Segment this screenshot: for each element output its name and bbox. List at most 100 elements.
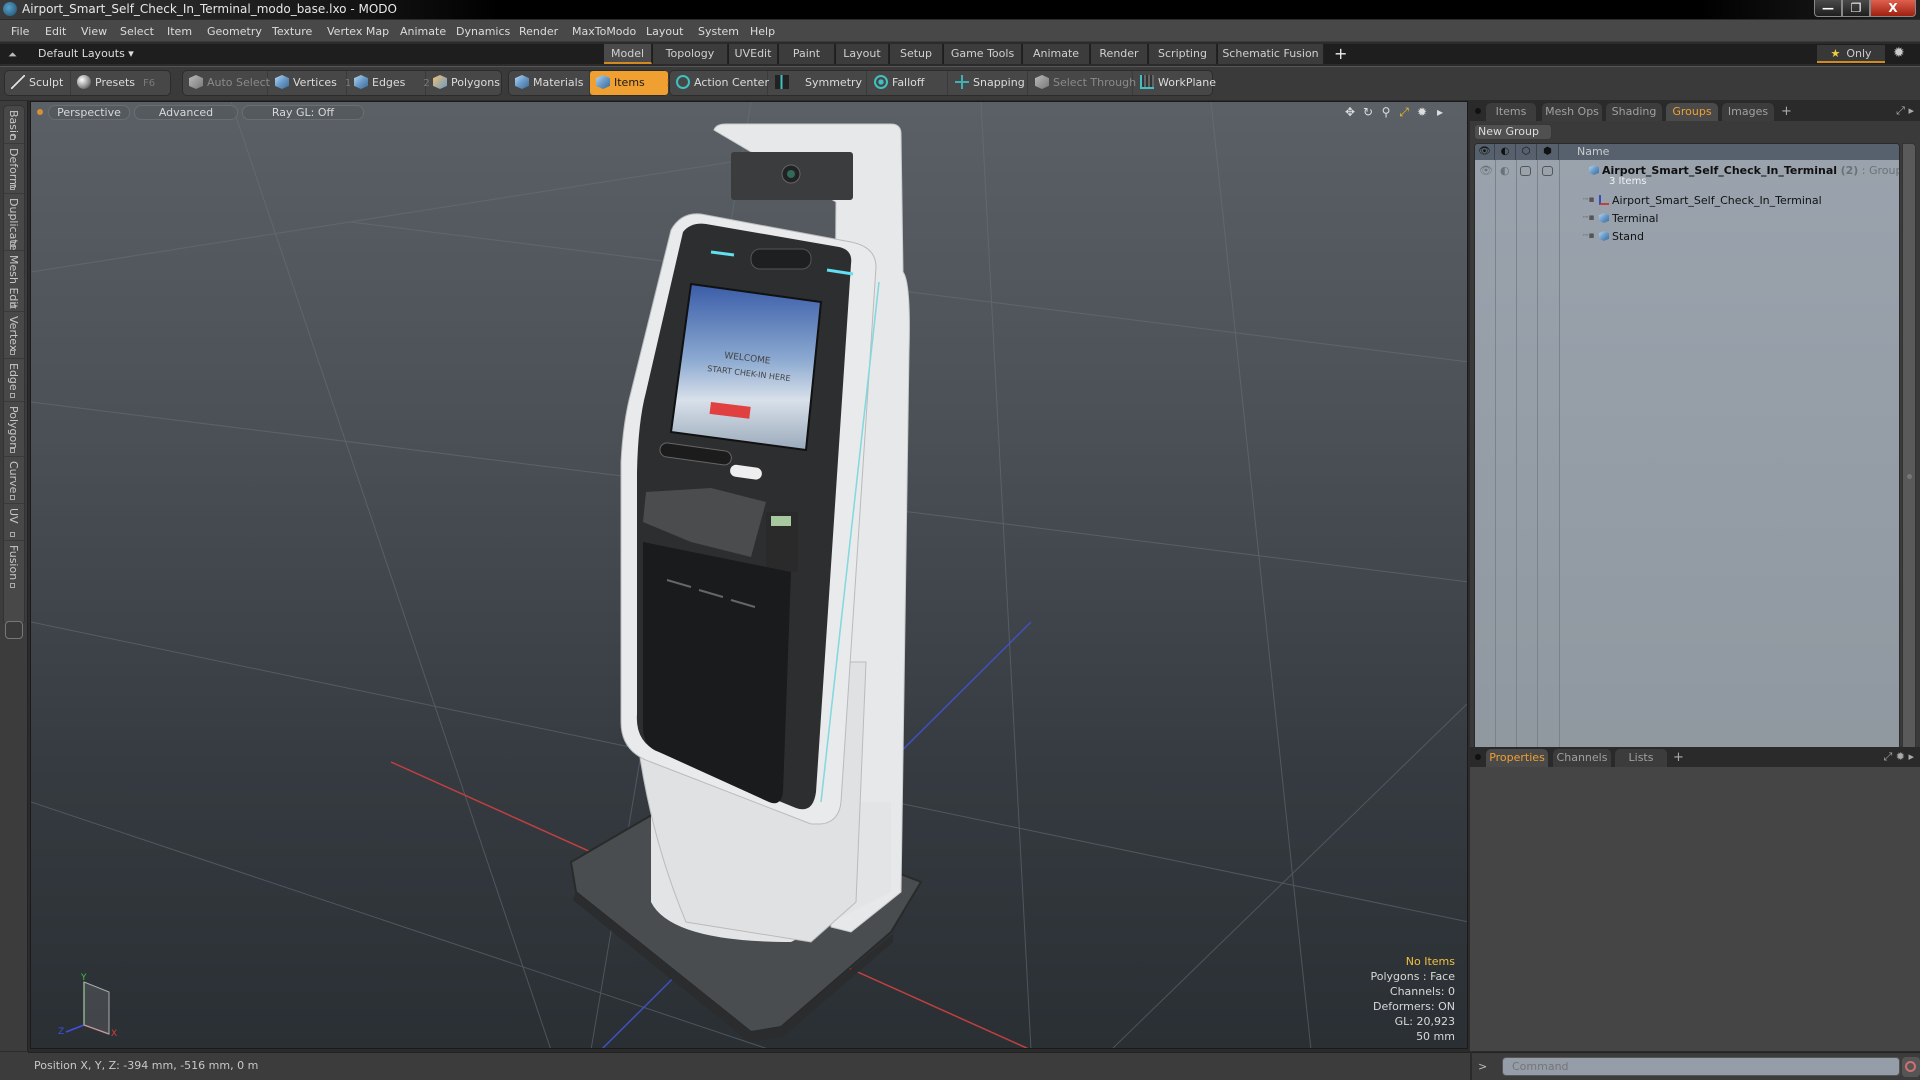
falloff-button[interactable]: Falloff: [868, 71, 948, 95]
vtab-vertex[interactable]: Vertex: [4, 312, 24, 359]
tab-images[interactable]: Images: [1722, 103, 1774, 121]
vtab-curve[interactable]: Curve: [4, 457, 24, 504]
select-through-button[interactable]: Select Through: [1029, 71, 1136, 95]
menu-view[interactable]: View: [81, 25, 107, 38]
workplane-button[interactable]: WorkPlane: [1134, 71, 1216, 95]
menu-animate[interactable]: Animate: [400, 25, 446, 38]
view-mode-dropdown[interactable]: Perspective: [48, 105, 130, 120]
groups-scrollbar[interactable]: [1902, 143, 1916, 841]
edges-button[interactable]: Edges 2: [348, 71, 430, 95]
upload-arrow-icon[interactable]: ⏶: [8, 48, 17, 62]
items-button[interactable]: Items5: [590, 71, 673, 95]
command-input[interactable]: [1502, 1057, 1900, 1076]
vtab-edge[interactable]: Edge: [4, 359, 24, 402]
presets-button[interactable]: Presets F6: [71, 71, 171, 95]
list-item[interactable]: ┈▪ Terminal: [1475, 210, 1899, 228]
tab-properties[interactable]: Properties: [1486, 749, 1548, 767]
menu-item[interactable]: Item: [167, 25, 192, 38]
tab-setup[interactable]: Setup: [890, 44, 943, 64]
move-icon[interactable]: ✥: [1341, 105, 1359, 119]
vtab-marker-icon: [10, 303, 15, 308]
viewport-status-dot[interactable]: [37, 109, 43, 115]
vtab-basic[interactable]: Basic: [4, 106, 24, 144]
tab-mesh-ops[interactable]: Mesh Ops: [1542, 103, 1602, 121]
vtab-duplicate[interactable]: Duplicate: [4, 194, 24, 251]
add-tab-button[interactable]: +: [1781, 103, 1792, 121]
minimize-button[interactable]: —: [1814, 0, 1842, 17]
vtab-deform[interactable]: Deform: [4, 144, 24, 194]
layouts-dropdown[interactable]: Default Layouts ▾: [38, 47, 134, 60]
select-column-icon[interactable]: ⬢: [1537, 144, 1559, 160]
symmetry-button[interactable]: Symmetry: [769, 71, 867, 95]
vertices-button[interactable]: Vertices 1: [269, 71, 351, 95]
menu-dynamics[interactable]: Dynamics: [456, 25, 510, 38]
lock-column-icon[interactable]: ⬡: [1516, 144, 1537, 160]
list-item[interactable]: ┈▪ Stand: [1475, 228, 1899, 246]
panel-options-icons[interactable]: ⤢ ✹ ▸: [1883, 750, 1914, 764]
tab-paint[interactable]: Paint: [779, 44, 835, 64]
tab-animate[interactable]: Animate: [1023, 44, 1090, 64]
position-readout: Position X, Y, Z: -394 mm, -516 mm, 0 m: [34, 1059, 259, 1072]
list-item[interactable]: ┈▪ Airport_Smart_Self_Check_In_Terminal: [1475, 192, 1899, 210]
tab-channels[interactable]: Channels: [1553, 749, 1611, 767]
menu-maxtomodo[interactable]: MaxToModo: [572, 25, 636, 38]
auto-select-button[interactable]: Auto Select: [183, 71, 270, 95]
menu-edit[interactable]: Edit: [45, 25, 66, 38]
tab-lists[interactable]: Lists: [1615, 749, 1667, 767]
gear-icon[interactable]: ✹: [1893, 45, 1905, 61]
3d-viewport[interactable]: WELCOME START CHEK-IN HERE Y X Z Perspec…: [30, 101, 1468, 1049]
menu-system[interactable]: System: [698, 25, 739, 38]
materials-button[interactable]: Materials: [509, 71, 590, 95]
snapping-button[interactable]: Snapping: [949, 71, 1028, 95]
tab-shading[interactable]: Shading: [1606, 103, 1662, 121]
only-button[interactable]: ★ Only: [1817, 45, 1885, 63]
vtab-polygon[interactable]: Polygon: [4, 402, 24, 457]
panel-menu-dot[interactable]: [1475, 108, 1481, 114]
menu-help[interactable]: Help: [750, 25, 775, 38]
render-column-icon[interactable]: ◐: [1495, 144, 1516, 160]
menu-geometry[interactable]: Geometry: [207, 25, 262, 38]
maximize-icon[interactable]: ⤢: [1395, 105, 1413, 120]
add-layout-tab-button[interactable]: +: [1334, 44, 1347, 64]
action-center-button[interactable]: Action Center: [670, 71, 769, 95]
menu-texture[interactable]: Texture: [272, 25, 312, 38]
menu-file[interactable]: File: [11, 25, 29, 38]
vtab-uv[interactable]: UV: [4, 504, 24, 541]
raygl-toggle[interactable]: Ray GL: Off: [242, 105, 364, 120]
arrow-right-icon[interactable]: ▸: [1431, 105, 1449, 119]
tab-topology[interactable]: Topology: [653, 44, 728, 64]
column-divider: [1516, 160, 1517, 840]
vtab-fusion[interactable]: Fusion: [4, 541, 24, 591]
visibility-column-icon[interactable]: 👁: [1475, 144, 1495, 160]
tab-schematic-fusion[interactable]: Schematic Fusion: [1218, 44, 1324, 64]
menu-select[interactable]: Select: [120, 25, 154, 38]
name-column-header[interactable]: Name: [1577, 145, 1609, 158]
maximize-button[interactable]: ❐: [1842, 0, 1870, 17]
zoom-icon[interactable]: ⚲: [1377, 105, 1395, 119]
panel-expand-icons[interactable]: ⤢ ▸: [1896, 104, 1914, 118]
vtab-mesh-edit[interactable]: Mesh Edit: [4, 251, 24, 312]
menu-vertex-map[interactable]: Vertex Map: [327, 25, 389, 38]
expand-toolbox-button[interactable]: [5, 621, 23, 639]
polygons-button[interactable]: Polygons: [427, 71, 501, 95]
tab-game-tools[interactable]: Game Tools: [944, 44, 1022, 64]
tab-render[interactable]: Render: [1091, 44, 1148, 64]
new-group-button[interactable]: New Group: [1474, 124, 1552, 140]
tab-items[interactable]: Items: [1486, 103, 1536, 121]
menu-render[interactable]: Render: [519, 25, 558, 38]
scroll-handle[interactable]: [1907, 474, 1912, 479]
sculpt-button[interactable]: Sculpt: [5, 71, 71, 95]
rotate-icon[interactable]: ↻: [1359, 105, 1377, 119]
shading-dropdown[interactable]: Advanced: [134, 105, 238, 120]
tab-uvedit[interactable]: UVEdit: [729, 44, 778, 64]
panel-menu-dot[interactable]: [1475, 754, 1481, 760]
tab-layout[interactable]: Layout: [836, 44, 889, 64]
tab-scripting[interactable]: Scripting: [1149, 44, 1217, 64]
close-button[interactable]: X: [1870, 0, 1916, 17]
add-tab-button[interactable]: +: [1673, 749, 1684, 767]
menu-layout[interactable]: Layout: [646, 25, 683, 38]
gear-icon[interactable]: ✹: [1413, 105, 1431, 119]
tab-groups[interactable]: Groups: [1666, 103, 1718, 121]
tab-model[interactable]: Model: [604, 44, 652, 64]
record-macro-button[interactable]: [1902, 1057, 1920, 1077]
